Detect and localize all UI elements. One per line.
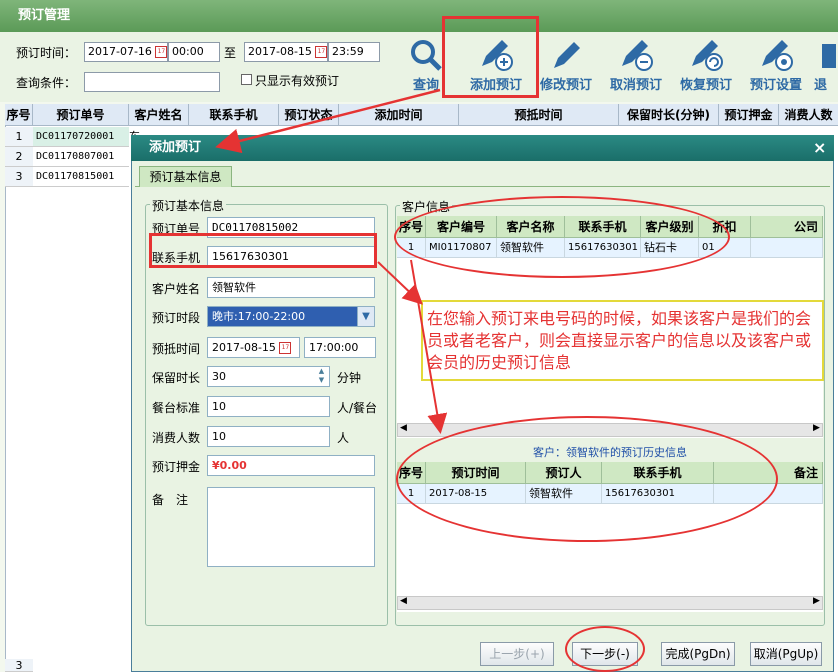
grid-col-header[interactable]: 添加时间 bbox=[339, 104, 459, 126]
grid-col-header[interactable]: 序号 bbox=[5, 104, 33, 126]
dialog-title: 添加预订 bbox=[131, 135, 834, 161]
highlight-customer-table bbox=[394, 196, 730, 278]
grid-col-header[interactable]: 保留时长(分钟) bbox=[619, 104, 719, 126]
row-number: 1 bbox=[5, 127, 33, 147]
customer-col-company: 公司 bbox=[751, 216, 823, 238]
period-select[interactable]: 晚市:17:00-22:00 bbox=[207, 306, 375, 327]
arrive-date-field[interactable]: 2017-08-15 17 bbox=[207, 337, 300, 358]
tab-basic-info[interactable]: 预订基本信息 bbox=[139, 166, 232, 187]
calendar-icon[interactable]: 17 bbox=[155, 46, 167, 58]
grid-col-header[interactable]: 预订单号 bbox=[33, 104, 129, 126]
pencil-restore-icon bbox=[692, 40, 723, 71]
arrive-time-label: 预抵时间 bbox=[152, 342, 201, 356]
basic-info-group-label: 预订基本信息 bbox=[150, 197, 227, 214]
table-standard-label: 餐台标准 bbox=[152, 401, 201, 415]
window-title: 预订管理 bbox=[0, 0, 838, 32]
search-icon bbox=[411, 40, 442, 71]
highlight-next-button bbox=[565, 626, 645, 672]
query-condition-label: 查询条件： bbox=[16, 76, 77, 90]
restore-booking-button[interactable]: 恢复预订 bbox=[674, 38, 738, 96]
calendar-icon[interactable]: 17 bbox=[315, 46, 327, 58]
exit-icon bbox=[822, 44, 836, 68]
grid-col-header[interactable]: 预订押金 bbox=[719, 104, 779, 126]
grid-col-header[interactable]: 联系手机 bbox=[189, 104, 279, 126]
scroll-right-icon[interactable]: ▶ bbox=[813, 596, 820, 606]
arrive-time-field[interactable]: 17:00:00 bbox=[304, 337, 376, 358]
row-order-code[interactable]: DC01170815001 bbox=[33, 167, 129, 187]
table-standard-field[interactable]: 10 bbox=[207, 396, 330, 417]
row-number: 3 bbox=[5, 167, 33, 187]
remark-label: 备 注 bbox=[152, 493, 189, 507]
footer-count: 3 bbox=[5, 659, 33, 672]
history-table-scrollbar[interactable] bbox=[397, 596, 823, 610]
chevron-down-icon[interactable]: ▼ bbox=[357, 307, 374, 326]
row-order-code[interactable]: DC01170720001 bbox=[33, 127, 129, 147]
calendar-icon[interactable]: 17 bbox=[279, 342, 292, 354]
from-time-field[interactable]: 00:00 bbox=[168, 42, 220, 62]
annotation-note: 在您输入预订来电号码的时候，如果该客户是我们的会员或者老客户，则会直接显示客户的… bbox=[421, 300, 824, 381]
cancel-booking-button[interactable]: 取消预订 bbox=[604, 38, 668, 96]
highlight-phone-field bbox=[149, 233, 377, 268]
grid-col-header[interactable]: 预抵时间 bbox=[459, 104, 619, 126]
row-order-code[interactable]: DC01170807001 bbox=[33, 147, 129, 167]
customer-name-field[interactable]: 领智软件 bbox=[207, 277, 375, 298]
keep-duration-label: 保留时长 bbox=[152, 371, 201, 385]
people-count-label: 消费人数 bbox=[152, 431, 201, 445]
cancel-button[interactable]: 取消(PgUp) bbox=[750, 642, 822, 666]
highlight-history-table bbox=[396, 416, 778, 542]
close-icon[interactable]: × bbox=[813, 138, 826, 157]
to-label: 至 bbox=[224, 46, 237, 60]
booking-settings-button[interactable]: 预订设置 bbox=[744, 38, 808, 96]
only-valid-label: 只显示有效预订 bbox=[255, 74, 340, 88]
booking-time-label: 预订时间： bbox=[16, 46, 77, 60]
remark-textarea[interactable] bbox=[207, 487, 375, 567]
from-date-field[interactable]: 2017-07-16 17 bbox=[84, 42, 168, 62]
tab-divider bbox=[135, 186, 830, 187]
customer-name-label: 客户姓名 bbox=[152, 282, 201, 296]
keep-duration-unit: 分钟 bbox=[337, 371, 362, 385]
query-condition-input[interactable] bbox=[84, 72, 220, 92]
finish-button[interactable]: 完成(PgDn) bbox=[661, 642, 735, 666]
period-label: 预订时段 bbox=[152, 311, 201, 325]
to-date-field[interactable]: 2017-08-15 17 bbox=[244, 42, 328, 62]
prev-step-button[interactable]: 上一步(+) bbox=[480, 642, 554, 666]
exit-button[interactable]: 退 bbox=[814, 38, 838, 96]
deposit-field[interactable]: ¥0.00 bbox=[207, 455, 375, 476]
scroll-left-icon[interactable]: ◀ bbox=[400, 596, 407, 606]
keep-duration-stepper[interactable]: 30 bbox=[207, 366, 330, 387]
edit-booking-button[interactable]: 修改预订 bbox=[534, 38, 598, 96]
pencil-icon bbox=[554, 42, 580, 68]
row-customer-name: 东... bbox=[129, 127, 151, 135]
highlight-add-button bbox=[442, 16, 539, 98]
pencil-gear-icon bbox=[762, 40, 793, 71]
scroll-left-icon[interactable]: ◀ bbox=[400, 423, 407, 433]
only-valid-checkbox[interactable] bbox=[241, 74, 252, 85]
grid-col-header[interactable]: 预订状态 bbox=[279, 104, 339, 126]
pencil-minus-icon bbox=[622, 40, 653, 71]
deposit-label: 预订押金 bbox=[152, 460, 201, 474]
customer-row-company[interactable] bbox=[751, 238, 823, 258]
grid-col-header[interactable]: 客户姓名 bbox=[129, 104, 189, 126]
row-number: 2 bbox=[5, 147, 33, 167]
table-standard-unit: 人/餐台 bbox=[337, 401, 378, 415]
to-time-field[interactable]: 23:59 bbox=[328, 42, 380, 62]
spinner-arrows-icon[interactable]: ▲ ▼ bbox=[314, 367, 329, 386]
people-count-field[interactable]: 10 bbox=[207, 426, 330, 447]
grid-col-header[interactable]: 消费人数 bbox=[779, 104, 838, 126]
people-count-unit: 人 bbox=[337, 431, 350, 445]
scroll-right-icon[interactable]: ▶ bbox=[813, 423, 820, 433]
